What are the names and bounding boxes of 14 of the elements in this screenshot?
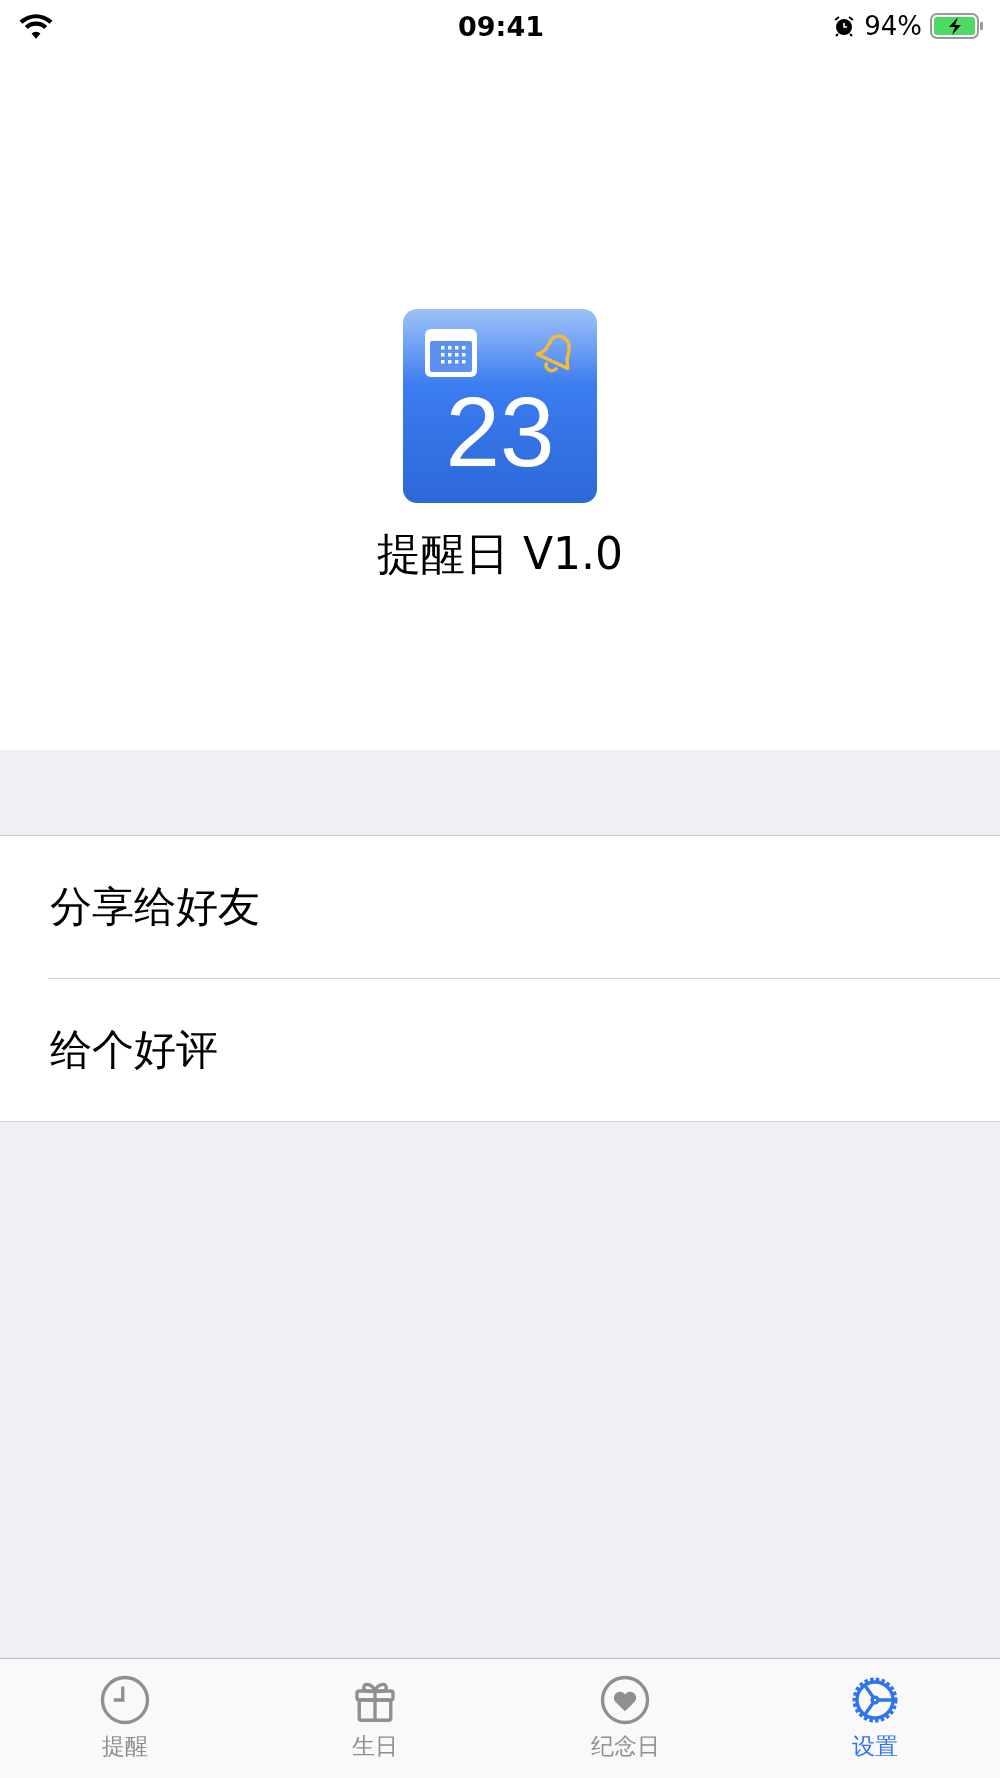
battery-icon xyxy=(930,12,984,40)
tab-item[interactable]: 设置 xyxy=(750,1659,1000,1778)
clock-icon xyxy=(98,1673,152,1727)
battery-percent: 94% xyxy=(864,11,922,41)
menu-item[interactable]: 给个好评 xyxy=(0,979,1000,1121)
tab-item[interactable]: 提醒 xyxy=(0,1659,250,1778)
app-icon-number: 23 xyxy=(445,383,555,481)
status-time: 09:41 xyxy=(458,10,544,42)
wifi-icon xyxy=(18,13,54,39)
calendar-icon xyxy=(425,329,477,377)
menu-item[interactable]: 分享给好友 xyxy=(0,836,1000,978)
tab-item[interactable]: 生日 xyxy=(250,1659,500,1778)
tab-item[interactable]: 纪念日 xyxy=(500,1659,750,1778)
app-title: 提醒日 V1.0 xyxy=(376,527,624,581)
